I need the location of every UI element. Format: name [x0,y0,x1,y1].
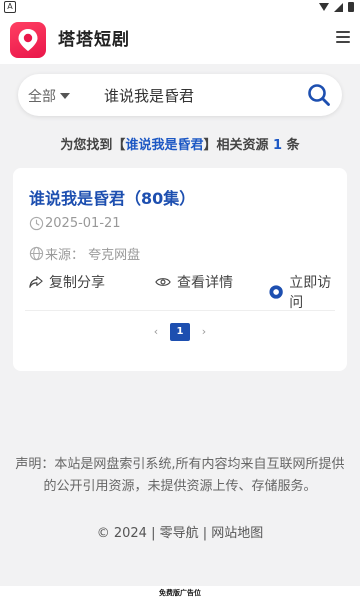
ad-banner[interactable]: 免费版广告位 [0,586,360,600]
app-header: 塔塔短剧 [0,14,360,64]
battery-icon [348,2,354,12]
share-icon [29,276,43,288]
location-pin-icon [18,29,38,51]
signal-icon [334,2,343,12]
result-date: 2025-01-21 [45,216,121,231]
summary-prefix: 为您找到【 [60,138,126,153]
search-icon [308,84,330,106]
globe-icon [29,246,44,261]
view-detail-label: 查看详情 [177,275,233,291]
app-title: 塔塔短剧 [58,30,130,50]
view-detail-button[interactable]: 查看详情 [155,272,233,292]
menu-icon[interactable] [336,31,350,45]
copy-share-button[interactable]: 复制分享 [29,272,105,292]
result-source-row: 来源： 夸克网盘 [29,244,140,263]
eye-icon [155,278,171,286]
search-button[interactable] [306,82,332,108]
category-label: 全部 [28,89,56,105]
page-next-button[interactable]: › [196,323,212,341]
summary-count: 1 [272,138,283,153]
result-source: 来源： 夸克网盘 [45,248,141,263]
result-summary: 为您找到【谁说我是昏君】相关资源 1 条 [0,134,360,153]
visit-now-label: 立即访问 [289,275,332,311]
summary-middle: 】相关资源 [203,138,273,153]
caret-down-icon [60,93,70,99]
visit-icon [269,285,283,299]
app-logo[interactable] [10,22,46,58]
search-input[interactable] [104,84,304,106]
page-current[interactable]: 1 [170,323,190,341]
category-select[interactable]: 全部 [28,86,70,106]
visit-now-button[interactable]: 立即访问 [269,272,339,312]
card-divider [25,310,335,311]
footer-disclaimer: 声明：本站是网盘索引系统,所有内容均来自互联网所提供的公开引用资源，未提供资源上… [15,457,345,494]
status-icons [319,2,354,12]
clock-icon [29,216,44,231]
status-indicator: A [4,1,16,13]
result-title[interactable]: 谁说我是昏君（80集） [29,185,195,209]
status-bar: A [0,0,360,14]
summary-suffix: 条 [282,138,300,153]
result-card: 谁说我是昏君（80集） 2025-01-21 来源： 夸克网盘 复制分享 查看详… [13,168,347,371]
result-date-row: 2025-01-21 [29,216,121,231]
footer-links: © 2024 | 零导航 | 网站地图 [96,526,264,541]
pagination: ‹ 1 › [13,323,347,341]
page-prev-button[interactable]: ‹ [148,323,164,341]
summary-keyword: 谁说我是昏君 [125,138,204,153]
wifi-icon [319,3,329,11]
copy-share-label: 复制分享 [49,275,105,291]
result-actions: 复制分享 查看详情 立即访问 [29,272,339,311]
search-bar: 全部 [18,74,342,116]
